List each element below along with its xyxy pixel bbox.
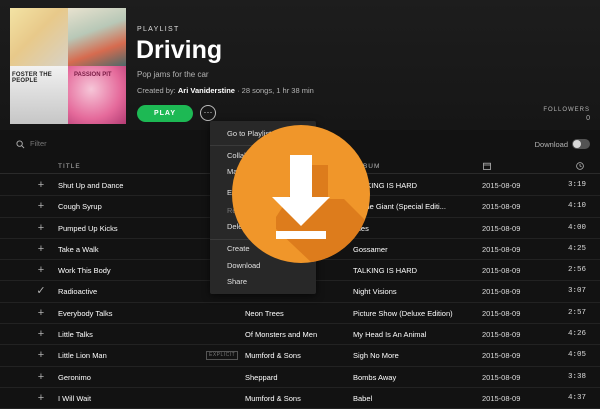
clock-icon[interactable] xyxy=(576,162,584,170)
track-artist[interactable]: Sheppard xyxy=(245,373,278,382)
creator-link[interactable]: Ari Vaniderstine xyxy=(178,86,235,95)
column-title[interactable]: TITLE xyxy=(58,163,81,170)
playlist-description: Pop jams for the car xyxy=(137,70,209,79)
track-title: Work This Body xyxy=(58,266,111,276)
download-toggle-label: Download xyxy=(534,140,568,149)
add-track-icon[interactable]: + xyxy=(36,222,46,233)
track-duration: 3:07 xyxy=(567,287,586,296)
track-duration: 4:05 xyxy=(567,351,586,360)
download-icon xyxy=(272,155,370,263)
playlist-title: Driving xyxy=(136,36,223,64)
track-title: Shut Up and Dance xyxy=(58,181,124,190)
add-track-icon[interactable]: + xyxy=(36,243,46,254)
table-row[interactable]: + Geronimo Sheppard Bombs Away 2015-08-09 3:3… xyxy=(0,367,600,388)
add-track-icon[interactable]: + xyxy=(36,329,46,340)
add-track-icon[interactable]: + xyxy=(36,350,46,361)
menu-item[interactable]: Share xyxy=(227,277,247,286)
track-title: Cough Syrup xyxy=(58,202,102,212)
track-title: Little Lion Man xyxy=(58,351,107,361)
track-album[interactable]: Babel xyxy=(353,394,372,403)
calendar-icon[interactable] xyxy=(483,162,491,170)
cover-tile-4: PASSION PIT xyxy=(68,66,126,124)
search-icon xyxy=(16,140,25,149)
table-row[interactable]: + Little Lion Man Mumford & Sons Sigh No Mo… xyxy=(0,345,600,367)
track-artist[interactable]: Mumford & Sons xyxy=(245,394,301,403)
track-album[interactable]: Night Visions xyxy=(353,287,397,296)
track-title: I Will Wait xyxy=(58,393,92,403)
track-duration: 4:00 xyxy=(567,223,586,232)
track-duration: 3:19 xyxy=(567,181,586,189)
cover-tile-4-text: PASSION PIT xyxy=(74,72,112,78)
track-duration: 4:10 xyxy=(567,202,586,211)
playlist-cover-art: FOSTER THE PEOPLE PASSION PIT xyxy=(10,8,126,124)
cover-tile-2 xyxy=(68,8,126,66)
playlist-stats: · 28 songs, 1 hr 38 min xyxy=(237,86,314,95)
track-date-added: 2015-08-09 xyxy=(482,308,521,318)
cover-tile-3-text: FOSTER THE PEOPLE xyxy=(12,72,53,84)
track-artist[interactable]: Neon Trees xyxy=(245,309,284,318)
track-duration: 3:38 xyxy=(567,372,586,381)
track-date-added: 2015-08-09 xyxy=(482,287,521,297)
filter-input[interactable] xyxy=(30,139,130,148)
download-overlay-badge[interactable] xyxy=(232,125,370,263)
play-button[interactable]: PLAY xyxy=(137,105,193,122)
more-options-button[interactable]: ··· xyxy=(200,105,216,121)
track-artist[interactable]: Of Monsters and Men xyxy=(245,330,317,339)
track-duration: 4:25 xyxy=(567,244,586,253)
add-track-icon[interactable]: + xyxy=(36,307,46,318)
track-date-added: 2015-08-09 xyxy=(482,244,521,254)
track-date-added: 2015-08-09 xyxy=(482,266,521,276)
track-date-added: 2015-08-09 xyxy=(482,330,521,340)
table-row[interactable]: + I Will Wait Mumford & Sons Babel 2015-08-0… xyxy=(0,388,600,409)
add-track-icon[interactable]: + xyxy=(36,180,46,191)
track-title: Everybody Talks xyxy=(58,308,113,318)
track-duration: 4:26 xyxy=(567,330,586,339)
track-title: Little Talks xyxy=(58,330,93,340)
track-date-added: 2015-08-09 xyxy=(482,393,521,403)
add-track-icon[interactable]: + xyxy=(36,265,46,276)
cover-tile-1 xyxy=(10,8,68,66)
cover-tile-3: FOSTER THE PEOPLE xyxy=(10,66,68,124)
track-date-added: 2015-08-09 xyxy=(482,202,521,212)
track-date-added: 2015-08-09 xyxy=(482,372,521,382)
track-album[interactable]: TALKING IS HARD xyxy=(353,266,417,275)
track-album[interactable]: Bombs Away xyxy=(353,373,396,382)
table-row[interactable]: + Little Talks Of Monsters and Men My Head … xyxy=(0,324,600,346)
track-date-added: 2015-08-09 xyxy=(482,223,521,233)
download-toggle[interactable] xyxy=(572,139,590,149)
track-title: Geronimo xyxy=(58,372,91,382)
followers-count: 0 xyxy=(586,115,590,122)
saved-check-icon[interactable]: ✓ xyxy=(36,286,46,297)
track-title: Radioactive xyxy=(58,287,98,297)
table-row[interactable]: + Everybody Talks Neon Trees Picture Show (… xyxy=(0,303,600,325)
playlist-meta: Created by: Ari Vaniderstine · 28 songs,… xyxy=(137,86,314,95)
followers-label: FOLLOWERS xyxy=(543,107,590,113)
track-duration: 2:56 xyxy=(567,266,586,275)
add-track-icon[interactable]: + xyxy=(36,371,46,382)
add-track-icon[interactable]: + xyxy=(36,392,46,403)
track-album[interactable]: My Head Is An Animal xyxy=(353,330,426,339)
track-title: Take a Walk xyxy=(58,244,99,254)
explicit-badge: EXPLICIT xyxy=(206,351,239,361)
playlist-header: FOSTER THE PEOPLE PASSION PIT PLAYLIST D… xyxy=(0,0,600,130)
track-duration: 2:57 xyxy=(567,308,586,317)
track-album[interactable]: Sigh No More xyxy=(353,351,399,360)
created-by-prefix: Created by: xyxy=(137,86,176,95)
track-date-added: 2015-08-09 xyxy=(482,181,521,190)
track-duration: 4:37 xyxy=(567,393,586,402)
track-artist[interactable]: Mumford & Sons xyxy=(245,351,301,360)
track-album[interactable]: Picture Show (Deluxe Edition) xyxy=(353,309,453,318)
track-title: Pumped Up Kicks xyxy=(58,223,118,233)
playlist-type-label: PLAYLIST xyxy=(137,26,180,33)
add-track-icon[interactable]: + xyxy=(36,201,46,212)
track-date-added: 2015-08-09 xyxy=(482,351,521,361)
